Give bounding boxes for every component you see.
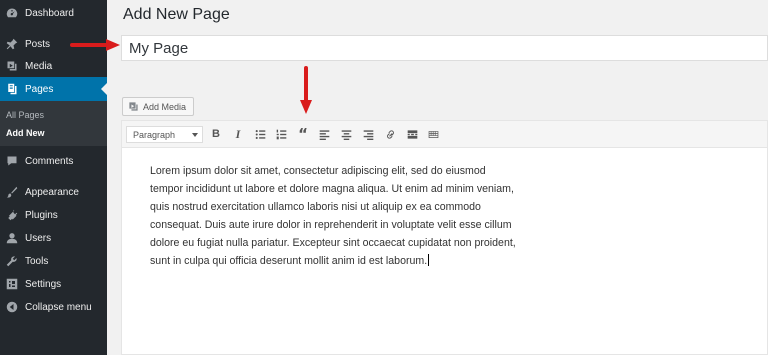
user-icon (5, 231, 19, 245)
align-center-icon[interactable] (339, 127, 353, 141)
toolbar-toggle-icon[interactable] (426, 127, 440, 141)
annotation-arrow-title (70, 39, 120, 51)
chevron-down-icon (192, 133, 198, 137)
page-title: Add New Page (123, 6, 230, 23)
admin-sidebar: Dashboard Posts Media Pages All Pages Ad… (0, 0, 107, 355)
media-icon (5, 59, 19, 73)
sidebar-item-appearance[interactable]: Appearance (0, 182, 107, 202)
sidebar-item-label: Comments (25, 155, 74, 167)
content-line: Lorem ipsum dolor sit amet, consectetur … (150, 165, 486, 177)
content-line: sunt in culpa qui officia deserunt molli… (150, 252, 570, 270)
content-line: consequat. Duis aute irure dolor in repr… (150, 219, 512, 231)
submenu-item-all-pages[interactable]: All Pages (6, 110, 44, 120)
sidebar-item-label: Posts (25, 38, 51, 50)
paintbrush-icon (5, 185, 19, 199)
numbered-list-icon[interactable] (274, 127, 288, 141)
wrench-icon (5, 254, 19, 268)
comment-icon (5, 154, 19, 168)
align-left-icon[interactable] (317, 127, 331, 141)
settings-icon (5, 277, 19, 291)
sidebar-item-label: Users (25, 232, 52, 244)
pages-icon (5, 82, 19, 96)
italic-icon[interactable]: I (231, 127, 245, 141)
sidebar-item-label: Appearance (25, 186, 79, 198)
link-icon[interactable] (383, 127, 397, 141)
submenu-item-add-new[interactable]: Add New (6, 128, 45, 138)
dashboard-icon (5, 6, 19, 20)
sidebar-item-label: Tools (25, 255, 49, 267)
pages-submenu: All Pages Add New (0, 101, 107, 146)
sidebar-item-media[interactable]: Media (0, 56, 107, 76)
content-editor: Paragraph B I “ Lorem ipsum dolor sit am… (121, 120, 768, 355)
plug-icon (5, 208, 19, 222)
content-line: tempor incididunt ut labore et dolore ma… (150, 183, 514, 195)
sidebar-item-label: Settings (25, 278, 62, 290)
sidebar-item-label: Plugins (25, 209, 58, 221)
editor-toolbar: Paragraph B I “ (122, 121, 767, 148)
align-right-icon[interactable] (361, 127, 375, 141)
sidebar-item-label: Pages (25, 83, 54, 95)
sidebar-item-dashboard[interactable]: Dashboard (0, 3, 107, 23)
add-media-button[interactable]: Add Media (122, 97, 194, 116)
bold-icon[interactable]: B (209, 127, 223, 141)
collapse-icon (5, 300, 19, 314)
sidebar-item-tools[interactable]: Tools (0, 251, 107, 271)
sidebar-item-users[interactable]: Users (0, 228, 107, 248)
format-select-value: Paragraph (133, 129, 176, 140)
media-icon (128, 101, 143, 112)
content-line: dolore eu fugiat nulla pariatur. Excepte… (150, 237, 516, 249)
sidebar-item-label: Dashboard (25, 7, 74, 19)
text-cursor (428, 254, 430, 266)
collapse-menu-button[interactable]: Collapse menu (0, 297, 107, 317)
sidebar-item-label: Collapse menu (25, 301, 92, 313)
annotation-arrow-blockquote (300, 66, 312, 114)
title-input-value: My Page (129, 39, 189, 57)
sidebar-item-pages[interactable]: Pages (0, 77, 107, 101)
content-line: quis nostrud exercitation ullamco labori… (150, 201, 481, 213)
sidebar-item-plugins[interactable]: Plugins (0, 205, 107, 225)
bullet-list-icon[interactable] (253, 127, 267, 141)
add-media-label: Add Media (143, 101, 187, 112)
pushpin-icon (5, 37, 19, 51)
blockquote-icon[interactable]: “ (296, 125, 310, 143)
sidebar-item-label: Media (25, 60, 53, 72)
sidebar-item-settings[interactable]: Settings (0, 274, 107, 294)
read-more-icon[interactable] (405, 127, 419, 141)
current-menu-indicator (101, 83, 107, 95)
format-select[interactable]: Paragraph (126, 126, 203, 143)
page-title-input[interactable]: My Page (121, 35, 768, 61)
sidebar-item-comments[interactable]: Comments (0, 151, 107, 171)
editor-content[interactable]: Lorem ipsum dolor sit amet, consectetur … (150, 162, 570, 270)
content-line-text: sunt in culpa qui officia deserunt molli… (150, 255, 428, 267)
